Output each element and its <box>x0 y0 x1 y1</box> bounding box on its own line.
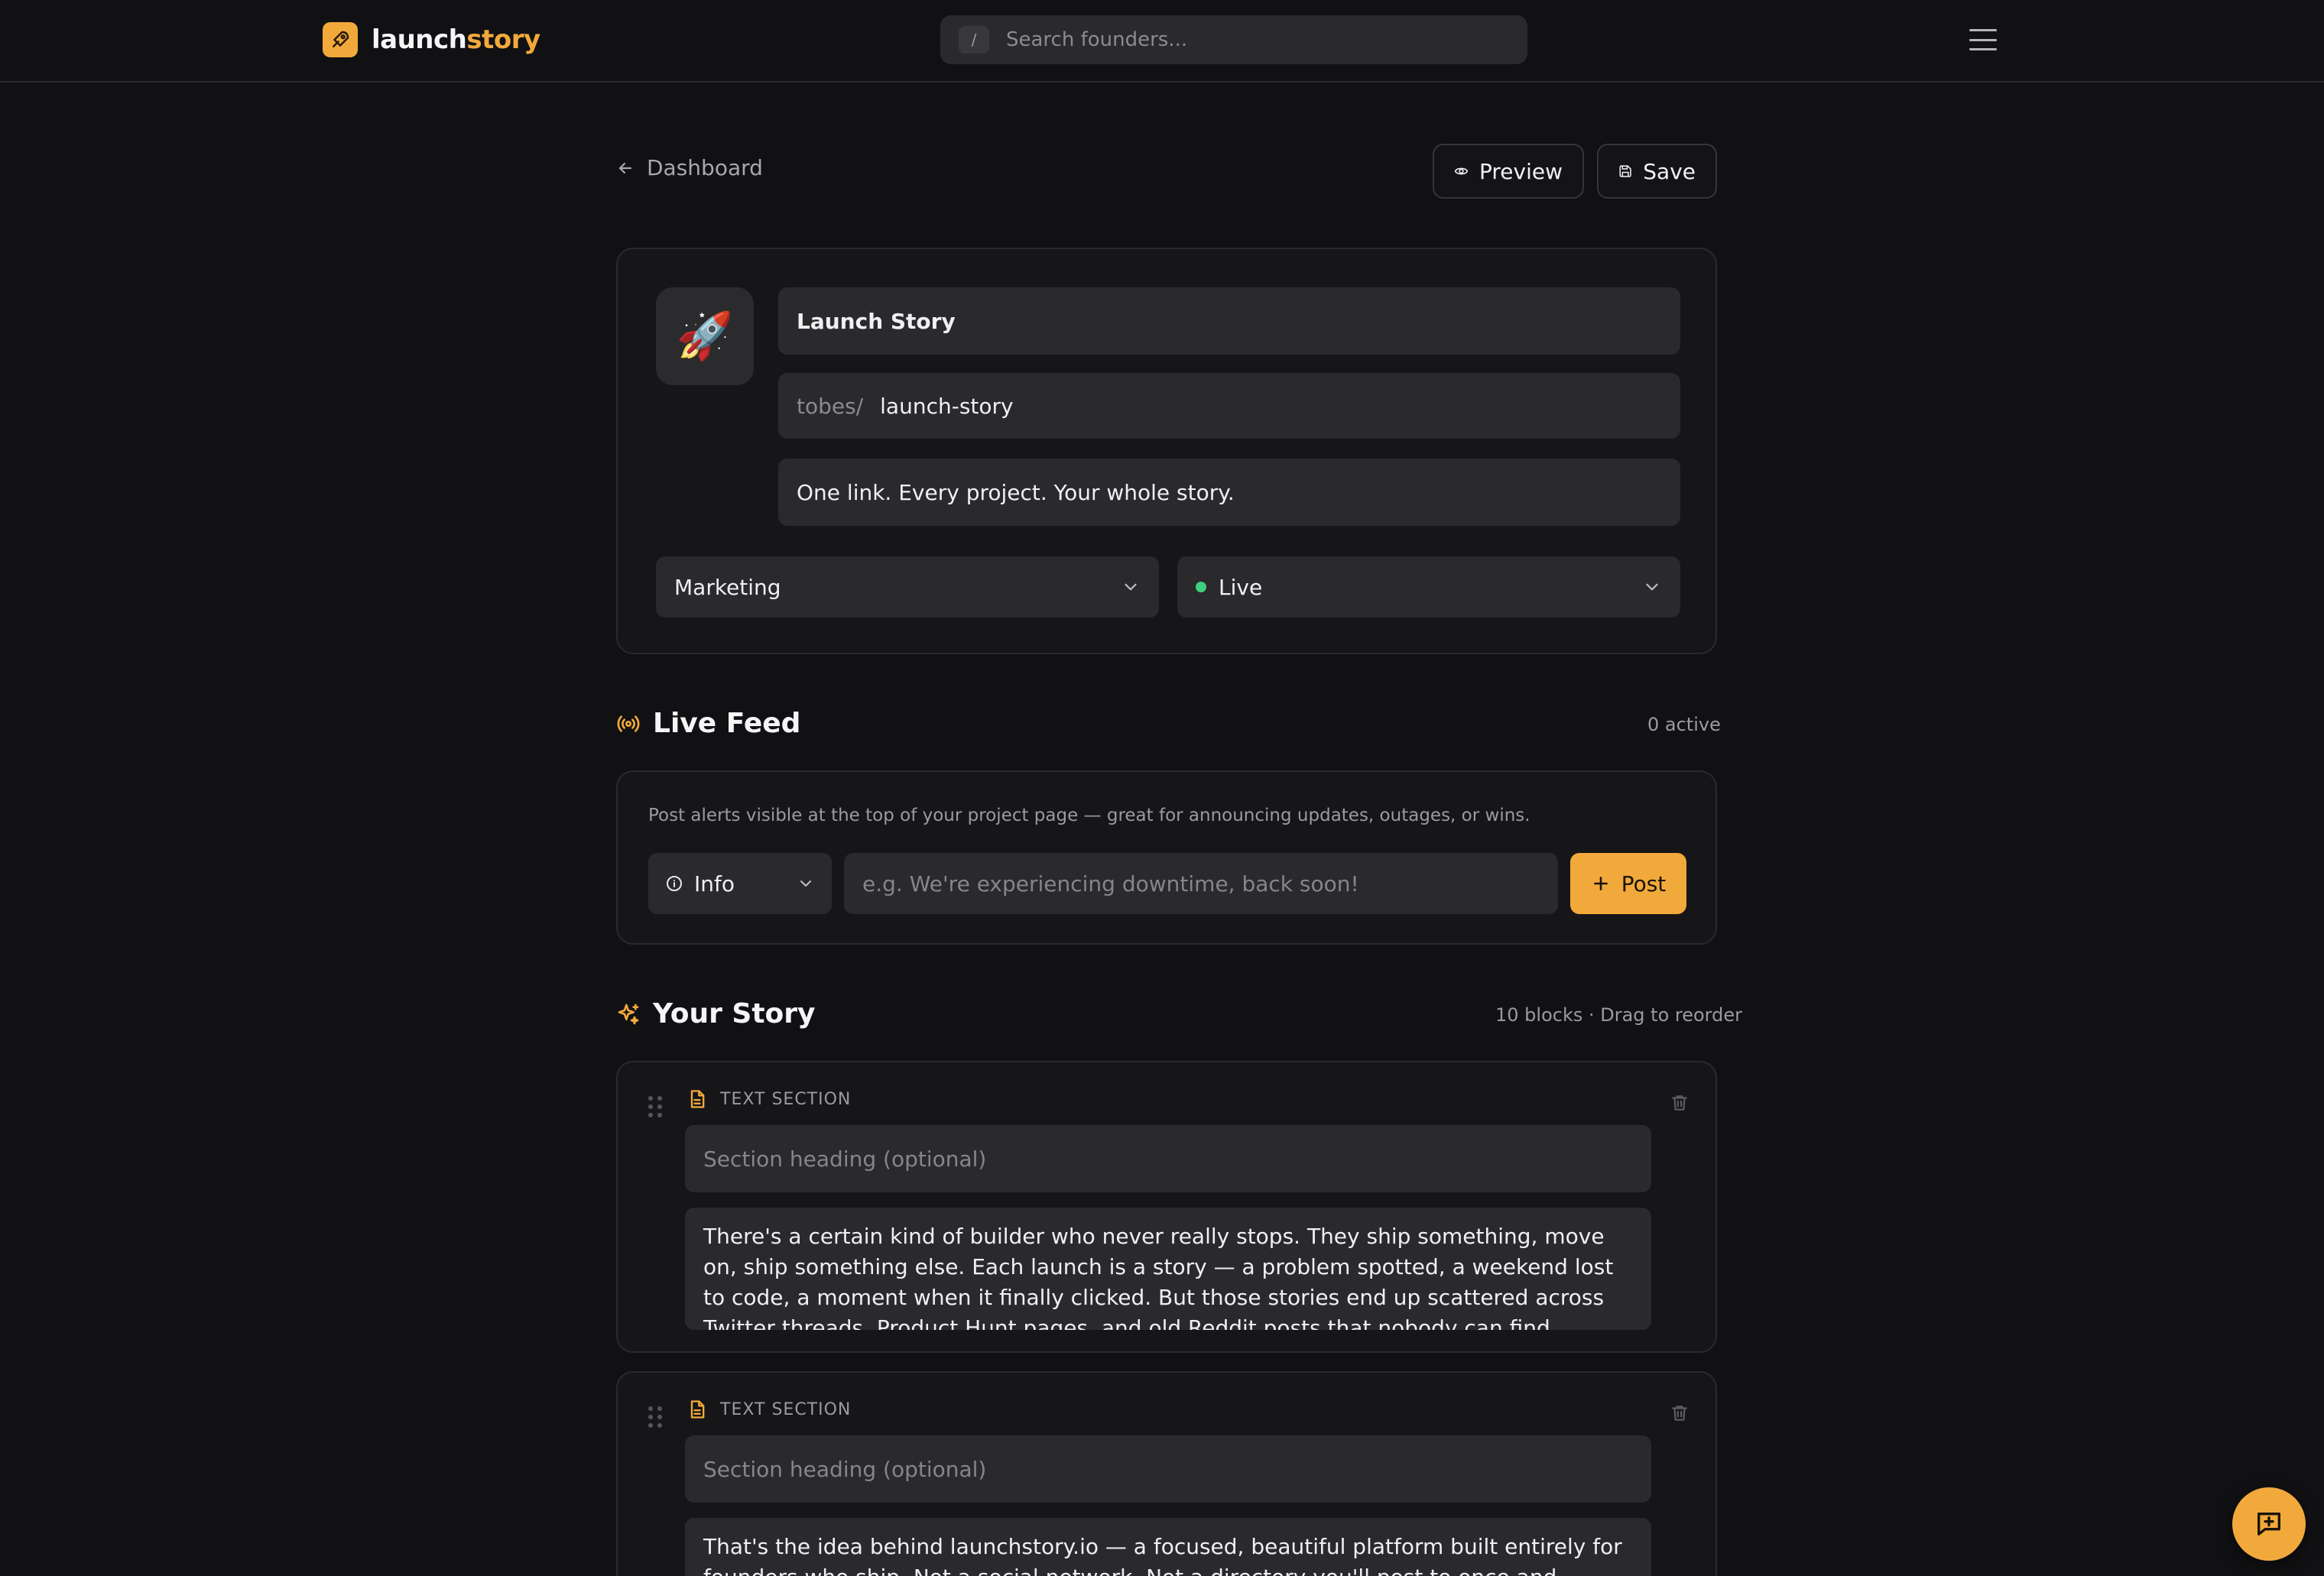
save-label: Save <box>1643 158 1696 184</box>
block-type-label: TEXT SECTION <box>720 1399 852 1419</box>
message-plus-icon <box>2257 1513 2280 1535</box>
back-label: Dashboard <box>647 155 763 180</box>
plus-icon <box>1593 877 1608 890</box>
story-meta: 10 blocks · Drag to reorder <box>1495 1004 1742 1026</box>
project-emoji-picker[interactable]: 🚀 <box>656 287 754 385</box>
alert-message-input[interactable] <box>844 853 1558 914</box>
slug-prefix: tobes/ <box>797 393 864 419</box>
arrow-left-icon <box>618 162 632 173</box>
story-block: TEXT SECTION That's the idea behind laun… <box>616 1371 1717 1576</box>
status-dot <box>1196 582 1206 592</box>
project-slug-field[interactable]: tobes/ launch-story <box>778 373 1680 439</box>
section-heading-input[interactable] <box>685 1125 1651 1192</box>
story-header: Your Story <box>616 998 816 1030</box>
status-value: Live <box>1219 574 1263 600</box>
drag-handle-icon[interactable] <box>648 1406 662 1428</box>
alert-type-display: Info <box>665 871 735 897</box>
eye-icon <box>1454 167 1469 175</box>
live-feed-count: 0 active <box>1647 714 1721 735</box>
section-body-textarea[interactable]: That's the idea behind launchstory.io — … <box>685 1518 1651 1576</box>
save-button[interactable]: Save <box>1597 144 1717 199</box>
live-feed-header: Live Feed <box>616 708 800 739</box>
rocket-pen-icon <box>323 22 358 57</box>
story-title: Your Story <box>653 998 816 1030</box>
status-display: Live <box>1196 575 1262 600</box>
info-circle-icon <box>667 876 682 891</box>
search-shortcut-key: / <box>959 26 989 54</box>
rocket-emoji: 🚀 <box>676 310 734 363</box>
sparkles-icon <box>618 1004 639 1024</box>
live-feed-card: Post alerts visible at the top of your p… <box>616 770 1717 945</box>
chevron-down-icon <box>800 880 811 887</box>
drag-handle-icon[interactable] <box>648 1096 662 1117</box>
trash-icon[interactable] <box>1670 1093 1689 1116</box>
block-type-label: TEXT SECTION <box>720 1089 852 1109</box>
feedback-button[interactable] <box>2232 1487 2306 1561</box>
project-title-field[interactable]: Launch Story <box>778 287 1680 355</box>
logo-text-launch: launch <box>372 24 467 55</box>
logo-text: launchstory <box>372 24 540 55</box>
block-type: TEXT SECTION <box>686 1088 851 1110</box>
category-value: Marketing <box>674 574 781 600</box>
hamburger-icon[interactable] <box>1966 24 2000 55</box>
project-details-card: 🚀 Launch Story tobes/ launch-story One l… <box>616 248 1717 654</box>
search-bar[interactable]: / <box>940 15 1527 64</box>
preview-button[interactable]: Preview <box>1433 144 1584 199</box>
floppy-disk-icon <box>1619 165 1631 177</box>
category-select[interactable]: Marketing <box>656 556 1159 618</box>
chevron-down-icon <box>1646 583 1658 591</box>
broadcast-icon <box>617 715 640 732</box>
document-icon <box>690 1090 705 1108</box>
live-feed-title: Live Feed <box>653 708 801 739</box>
top-navigation-bar: launchstory / <box>0 0 2324 83</box>
section-body-textarea[interactable]: There's a certain kind of builder who ne… <box>685 1208 1651 1330</box>
trash-icon[interactable] <box>1670 1403 1689 1426</box>
project-tagline-field[interactable]: One link. Every project. Your whole stor… <box>778 459 1680 526</box>
tagline-value: One link. Every project. Your whole stor… <box>797 479 1235 505</box>
post-label: Post <box>1621 871 1667 897</box>
slug-value: launch-story <box>880 393 1014 419</box>
alert-type-value: Info <box>694 871 735 897</box>
status-select[interactable]: Live <box>1177 556 1680 618</box>
document-icon <box>690 1400 705 1419</box>
alert-type-select[interactable]: Info <box>648 853 832 914</box>
story-block: TEXT SECTION There's a certain kind of b… <box>616 1061 1717 1353</box>
logo[interactable]: launchstory <box>323 22 540 57</box>
live-feed-description: Post alerts visible at the top of your p… <box>648 806 1530 825</box>
block-type: TEXT SECTION <box>686 1399 851 1420</box>
search-input[interactable] <box>1006 28 1495 51</box>
section-heading-input[interactable] <box>685 1435 1651 1503</box>
back-to-dashboard-link[interactable]: Dashboard <box>616 155 763 180</box>
chevron-down-icon <box>1125 583 1137 591</box>
logo-text-story: story <box>466 24 540 55</box>
preview-label: Preview <box>1479 158 1563 184</box>
post-alert-button[interactable]: Post <box>1570 853 1686 914</box>
project-title-value: Launch Story <box>797 308 956 334</box>
